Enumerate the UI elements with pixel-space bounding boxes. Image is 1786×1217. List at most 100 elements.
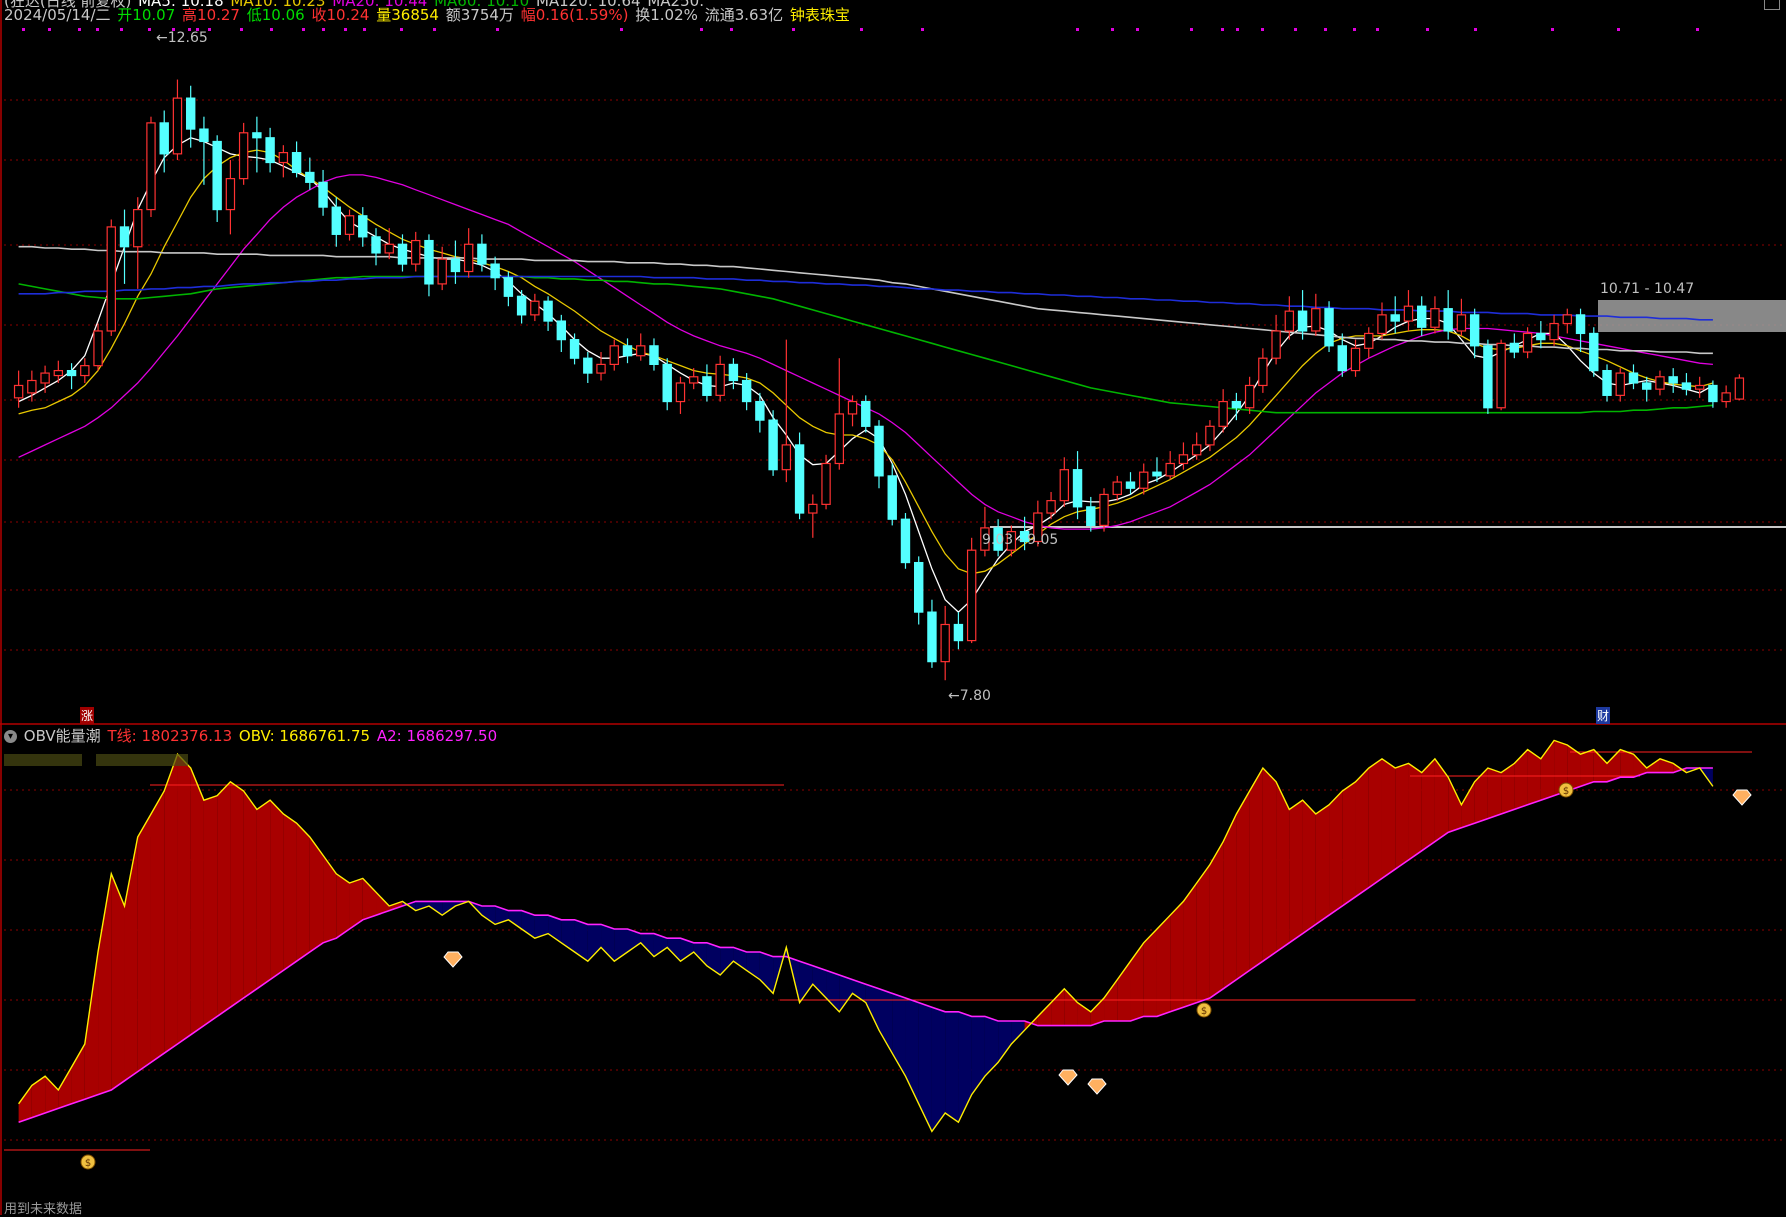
- zhang-marker[interactable]: 涨: [80, 707, 95, 724]
- quote-low: 低10.06: [246, 6, 305, 24]
- low-price-value: 7.80: [959, 688, 991, 704]
- top-signal-dot: [1353, 28, 1356, 31]
- obv-fill-segment: [150, 791, 165, 1063]
- candle-body: [1655, 376, 1665, 390]
- candle: [966, 537, 977, 644]
- candle-body: [477, 243, 487, 265]
- candle-body: [1469, 314, 1480, 347]
- candle-body: [1628, 372, 1639, 384]
- obv-fill-segment: [1302, 800, 1316, 934]
- candle-body: [914, 561, 924, 613]
- candle-body: [715, 363, 725, 396]
- candle-body: [1443, 308, 1453, 332]
- candle-body: [397, 243, 408, 265]
- candle-body: [1072, 469, 1083, 508]
- obv-fill-segment: [931, 1007, 946, 1132]
- candle-body: [688, 376, 699, 384]
- candle-body: [1456, 314, 1467, 332]
- candle-body: [1681, 382, 1692, 390]
- candle-body: [1549, 322, 1559, 341]
- candle-body: [887, 475, 897, 520]
- money-bag-glyph: $: [1201, 1006, 1207, 1017]
- obv-fill-segment: [190, 768, 204, 1035]
- candle-body: [1416, 305, 1427, 328]
- candle-body: [1483, 345, 1493, 409]
- candle-body: [1562, 314, 1573, 325]
- candle-body: [1258, 357, 1268, 387]
- candle-body: [1615, 372, 1625, 396]
- candle-body: [741, 379, 752, 403]
- candle-body: [1086, 506, 1096, 527]
- candle-body: [768, 419, 778, 471]
- candle-body: [543, 300, 553, 322]
- candle-body: [1059, 469, 1070, 502]
- candle-body: [516, 295, 527, 316]
- top-signal-dot: [78, 28, 81, 31]
- obv-fill-segment: [1329, 791, 1343, 916]
- top-signal-dot: [270, 28, 273, 31]
- candle-body: [1218, 400, 1228, 427]
- quote-sector-tag[interactable]: 钟表珠宝: [790, 6, 850, 24]
- candle-body: [1337, 345, 1347, 372]
- top-signal-dot: [240, 28, 243, 31]
- candle-body: [1390, 314, 1400, 322]
- candle-body: [40, 372, 50, 384]
- indicator-header: ▾ OBV能量潮 T线: 1802376.13 OBV: 1686761.75 …: [4, 727, 499, 745]
- quote-high: 高10.27: [182, 6, 240, 24]
- cai-marker[interactable]: 财: [1596, 707, 1611, 724]
- obv-fill-segment: [1196, 864, 1210, 1003]
- candle-body: [1496, 342, 1506, 409]
- top-signal-dot: [1617, 28, 1620, 31]
- candle-body: [1324, 308, 1334, 347]
- obv-fill-segment: [1381, 758, 1396, 879]
- candle-body: [1046, 500, 1056, 514]
- candle-body: [1152, 471, 1162, 477]
- candle-body: [93, 330, 103, 367]
- candle: [1324, 301, 1334, 353]
- candle: [1589, 327, 1599, 377]
- candle-body: [503, 277, 514, 297]
- obv-fill-segment: [1183, 883, 1197, 1008]
- candle-body: [1536, 332, 1546, 341]
- candle-body: [119, 226, 130, 248]
- candle-body: [569, 339, 580, 359]
- candle-body: [821, 462, 831, 505]
- top-signal-dot: [1474, 28, 1477, 31]
- obv-fill-segment: [1249, 768, 1263, 971]
- candle-body: [159, 122, 169, 155]
- obv-fill-segment: [1342, 781, 1356, 906]
- top-signal-dot: [860, 28, 863, 31]
- top-signal-dot: [22, 28, 25, 31]
- obv-fill-segment: [270, 800, 284, 980]
- candle-body: [808, 503, 818, 514]
- indicator-a2: A2: 1686297.50: [376, 727, 498, 745]
- obv-fill-segment: [1421, 758, 1435, 851]
- candle-body: [185, 97, 196, 130]
- candle-body: [1642, 382, 1652, 390]
- indicator-collapse-icon[interactable]: ▾: [4, 730, 17, 743]
- obv-fill-segment: [164, 754, 178, 1054]
- top-signal-dot: [1551, 28, 1554, 31]
- candle-body: [596, 363, 606, 374]
- obv-fill-segment: [945, 1011, 959, 1123]
- candle-body: [252, 132, 262, 139]
- obv-fill-segment: [256, 800, 271, 989]
- candle-body: [1112, 481, 1122, 496]
- top-signal-dot: [1076, 28, 1079, 31]
- top-signal-dot: [1426, 28, 1429, 31]
- candle-body: [874, 425, 884, 477]
- candle-body: [1575, 314, 1586, 335]
- candle-body: [1403, 305, 1414, 322]
- indicator-name[interactable]: OBV能量潮: [24, 727, 101, 745]
- low-price-label: ←7.80: [948, 688, 991, 704]
- candle-body: [424, 239, 434, 285]
- candle-body: [834, 413, 844, 465]
- obv-fill-segment: [230, 781, 244, 1008]
- obv-fill-segment: [1315, 804, 1330, 925]
- window-control-icon[interactable]: [1764, 0, 1780, 10]
- obv-fill-segment: [1143, 929, 1157, 1017]
- candle-body: [291, 152, 302, 174]
- obv-fill-segment: [243, 791, 257, 998]
- candle-body: [305, 171, 315, 183]
- chart-stage: $ $ $: [0, 0, 1786, 1215]
